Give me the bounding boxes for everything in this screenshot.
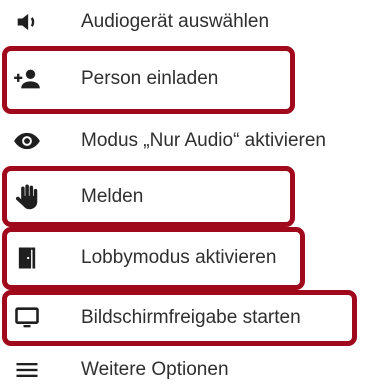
door-icon xyxy=(12,243,42,273)
menu-item-label: Melden xyxy=(81,186,144,207)
menu-item-more-options[interactable]: Weitere Optionen xyxy=(0,350,370,390)
menu-item-lobby-mode[interactable]: Lobbymodus aktivieren xyxy=(0,238,370,278)
menu-icon xyxy=(12,355,42,385)
menu-item-select-audio-device[interactable]: Audiogerät auswählen xyxy=(0,2,370,42)
menu-item-label: Audiogerät auswählen xyxy=(81,11,270,32)
eye-icon xyxy=(12,126,42,156)
menu-item-invite-person[interactable]: Person einladen xyxy=(0,59,370,99)
menu-item-label: Person einladen xyxy=(81,68,219,89)
add-person-icon xyxy=(12,64,42,94)
menu-item-label: Weitere Optionen xyxy=(81,359,229,380)
hand-icon xyxy=(12,182,42,212)
menu-item-audio-only-mode[interactable]: Modus „Nur Audio“ aktivieren xyxy=(0,121,370,161)
options-menu: Audiogerät auswählen Person einladen Mod… xyxy=(0,0,370,380)
menu-item-label: Lobbymodus aktivieren xyxy=(81,247,277,268)
menu-item-label: Bildschirmfreigabe starten xyxy=(81,307,301,328)
monitor-icon xyxy=(12,303,42,333)
menu-item-start-screenshare[interactable]: Bildschirmfreigabe starten xyxy=(0,298,370,338)
menu-item-raise-hand[interactable]: Melden xyxy=(0,177,370,217)
speaker-icon xyxy=(12,7,42,37)
menu-item-label: Modus „Nur Audio“ aktivieren xyxy=(81,130,326,151)
